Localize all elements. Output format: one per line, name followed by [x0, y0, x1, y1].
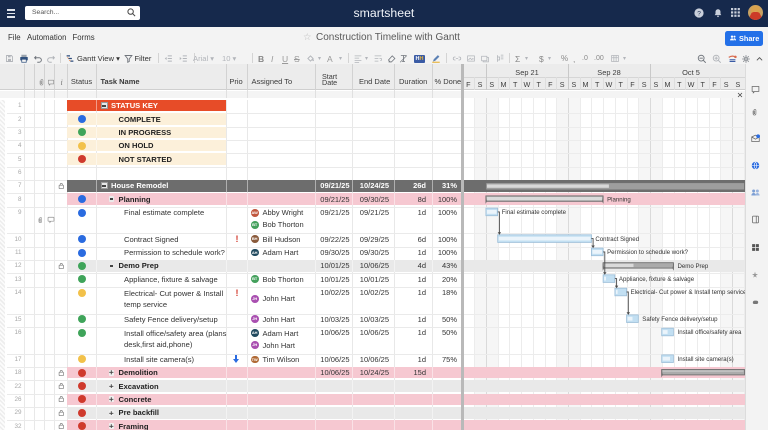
svg-text:Install site camera(s): Install site camera(s) — [678, 356, 734, 363]
svg-text:Planning: Planning — [607, 196, 631, 203]
svg-text:Electrical- Cut power & Instal: Electrical- Cut power & Install temp ser… — [631, 289, 747, 296]
svg-text:Permission to schedule work?: Permission to schedule work? — [607, 249, 689, 256]
svg-text:Contract Signed: Contract Signed — [595, 236, 639, 243]
svg-text:Demo Prep: Demo Prep — [678, 263, 709, 270]
svg-text:Safety Fence delivery/setup: Safety Fence delivery/setup — [642, 316, 718, 323]
svg-text:Final estimate complete: Final estimate complete — [502, 209, 567, 216]
svg-text:Install office/safety area: Install office/safety area — [678, 329, 743, 336]
svg-text:Appliance, fixture & salvage: Appliance, fixture & salvage — [619, 276, 695, 283]
